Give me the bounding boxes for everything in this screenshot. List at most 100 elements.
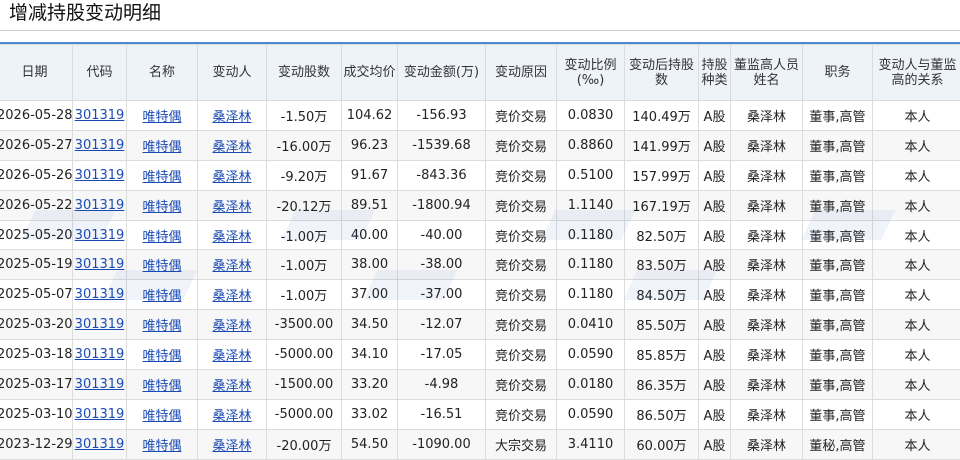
cell-name: 唯特偶 bbox=[127, 130, 198, 160]
cell-date: 2025-03-17 bbox=[0, 370, 73, 400]
name-link[interactable]: 唯特偶 bbox=[142, 170, 181, 185]
name-link[interactable]: 唯特偶 bbox=[142, 110, 181, 125]
cell-changer: 桑泽林 bbox=[198, 280, 267, 310]
changer-link[interactable]: 桑泽林 bbox=[212, 170, 251, 185]
cell-avg-price: 33.20 bbox=[342, 370, 398, 400]
name-link[interactable]: 唯特偶 bbox=[142, 200, 181, 215]
changer-link[interactable]: 桑泽林 bbox=[212, 200, 251, 215]
changer-link[interactable]: 桑泽林 bbox=[212, 319, 251, 334]
col-header-executive-name[interactable]: 董监高人员姓名 bbox=[731, 45, 803, 101]
cell-code: 301319 bbox=[73, 220, 127, 250]
name-link[interactable]: 唯特偶 bbox=[142, 140, 181, 155]
changer-link[interactable]: 桑泽林 bbox=[212, 409, 251, 424]
code-link[interactable]: 301319 bbox=[75, 138, 125, 153]
cell-change-ratio: 0.0830 bbox=[557, 101, 625, 131]
cell-position: 董事,高管 bbox=[803, 250, 873, 280]
cell-name: 唯特偶 bbox=[127, 370, 198, 400]
cell-holdings-after: 85.50万 bbox=[625, 310, 699, 340]
cell-name: 唯特偶 bbox=[127, 250, 198, 280]
cell-share-type: A股 bbox=[699, 280, 731, 310]
changer-link[interactable]: 桑泽林 bbox=[212, 140, 251, 155]
changer-link[interactable]: 桑泽林 bbox=[212, 379, 251, 394]
cell-code: 301319 bbox=[73, 130, 127, 160]
code-link[interactable]: 301319 bbox=[75, 257, 125, 272]
cell-change-amount: -156.93 bbox=[398, 101, 486, 131]
name-link[interactable]: 唯特偶 bbox=[142, 289, 181, 304]
col-header-date[interactable]: 日期 bbox=[0, 45, 73, 101]
code-link[interactable]: 301319 bbox=[75, 198, 125, 213]
code-link[interactable]: 301319 bbox=[75, 347, 125, 362]
code-link[interactable]: 301319 bbox=[75, 437, 125, 452]
cell-relationship: 本人 bbox=[873, 190, 960, 220]
code-link[interactable]: 301319 bbox=[75, 377, 125, 392]
changer-link[interactable]: 桑泽林 bbox=[212, 289, 251, 304]
col-header-change-shares[interactable]: 变动股数 bbox=[267, 45, 342, 101]
cell-date: 2023-12-29 bbox=[0, 429, 73, 459]
col-header-relationship[interactable]: 变动人与董监高的关系 bbox=[873, 45, 960, 101]
cell-change-reason: 大宗交易 bbox=[486, 429, 557, 459]
col-header-changer[interactable]: 变动人 bbox=[198, 45, 267, 101]
cell-change-ratio: 0.0590 bbox=[557, 399, 625, 429]
code-link[interactable]: 301319 bbox=[75, 168, 125, 183]
cell-change-amount: -4.98 bbox=[398, 370, 486, 400]
cell-date: 2026-05-28 bbox=[0, 101, 73, 131]
code-link[interactable]: 301319 bbox=[75, 287, 125, 302]
code-link[interactable]: 301319 bbox=[75, 317, 125, 332]
table-row: 2025-03-10301319唯特偶桑泽林-5000.0033.02-16.5… bbox=[0, 399, 960, 429]
cell-holdings-after: 83.50万 bbox=[625, 250, 699, 280]
col-header-avg-price[interactable]: 成交均价 bbox=[342, 45, 398, 101]
code-link[interactable]: 301319 bbox=[75, 407, 125, 422]
code-link[interactable]: 301319 bbox=[75, 108, 125, 123]
name-link[interactable]: 唯特偶 bbox=[142, 439, 181, 454]
cell-holdings-after: 86.35万 bbox=[625, 370, 699, 400]
code-link[interactable]: 301319 bbox=[75, 228, 125, 243]
cell-executive-name: 桑泽林 bbox=[731, 220, 803, 250]
cell-change-reason: 竞价交易 bbox=[486, 280, 557, 310]
name-link[interactable]: 唯特偶 bbox=[142, 230, 181, 245]
table-header-row: 日期 代码 名称 变动人 变动股数 成交均价 变动金额(万) 变动原因 变动比例… bbox=[0, 45, 960, 101]
cell-code: 301319 bbox=[73, 280, 127, 310]
cell-executive-name: 桑泽林 bbox=[731, 399, 803, 429]
changer-link[interactable]: 桑泽林 bbox=[212, 230, 251, 245]
table-row: 2023-12-29301319唯特偶桑泽林-20.00万54.50-1090.… bbox=[0, 429, 960, 459]
col-header-change-amount[interactable]: 变动金额(万) bbox=[398, 45, 486, 101]
changer-link[interactable]: 桑泽林 bbox=[212, 110, 251, 125]
changer-link[interactable]: 桑泽林 bbox=[212, 259, 251, 274]
cell-code: 301319 bbox=[73, 101, 127, 131]
changer-link[interactable]: 桑泽林 bbox=[212, 349, 251, 364]
name-link[interactable]: 唯特偶 bbox=[142, 319, 181, 334]
col-header-position[interactable]: 职务 bbox=[803, 45, 873, 101]
col-header-change-reason[interactable]: 变动原因 bbox=[486, 45, 557, 101]
col-header-share-type[interactable]: 持股种类 bbox=[699, 45, 731, 101]
cell-change-shares: -1500.00 bbox=[267, 370, 342, 400]
cell-code: 301319 bbox=[73, 429, 127, 459]
cell-position: 董事,高管 bbox=[803, 340, 873, 370]
cell-relationship: 本人 bbox=[873, 101, 960, 131]
cell-change-reason: 竞价交易 bbox=[486, 220, 557, 250]
col-header-name[interactable]: 名称 bbox=[127, 45, 198, 101]
cell-changer: 桑泽林 bbox=[198, 250, 267, 280]
cell-position: 董秘,高管 bbox=[803, 429, 873, 459]
cell-change-ratio: 0.0180 bbox=[557, 370, 625, 400]
cell-change-shares: -1.00万 bbox=[267, 220, 342, 250]
name-link[interactable]: 唯特偶 bbox=[142, 379, 181, 394]
cell-executive-name: 桑泽林 bbox=[731, 310, 803, 340]
col-header-holdings-after[interactable]: 变动后持股数 bbox=[625, 45, 699, 101]
cell-change-ratio: 0.0410 bbox=[557, 310, 625, 340]
cell-change-shares: -9.20万 bbox=[267, 160, 342, 190]
changer-link[interactable]: 桑泽林 bbox=[212, 439, 251, 454]
cell-position: 董事,高管 bbox=[803, 130, 873, 160]
cell-share-type: A股 bbox=[699, 310, 731, 340]
col-header-code[interactable]: 代码 bbox=[73, 45, 127, 101]
col-header-change-ratio[interactable]: 变动比例(‰) bbox=[557, 45, 625, 101]
cell-share-type: A股 bbox=[699, 370, 731, 400]
cell-relationship: 本人 bbox=[873, 370, 960, 400]
name-link[interactable]: 唯特偶 bbox=[142, 349, 181, 364]
cell-changer: 桑泽林 bbox=[198, 340, 267, 370]
cell-holdings-after: 157.99万 bbox=[625, 160, 699, 190]
name-link[interactable]: 唯特偶 bbox=[142, 409, 181, 424]
cell-share-type: A股 bbox=[699, 399, 731, 429]
name-link[interactable]: 唯特偶 bbox=[142, 259, 181, 274]
cell-avg-price: 34.50 bbox=[342, 310, 398, 340]
table-row: 2026-05-26301319唯特偶桑泽林-9.20万91.67-843.36… bbox=[0, 160, 960, 190]
